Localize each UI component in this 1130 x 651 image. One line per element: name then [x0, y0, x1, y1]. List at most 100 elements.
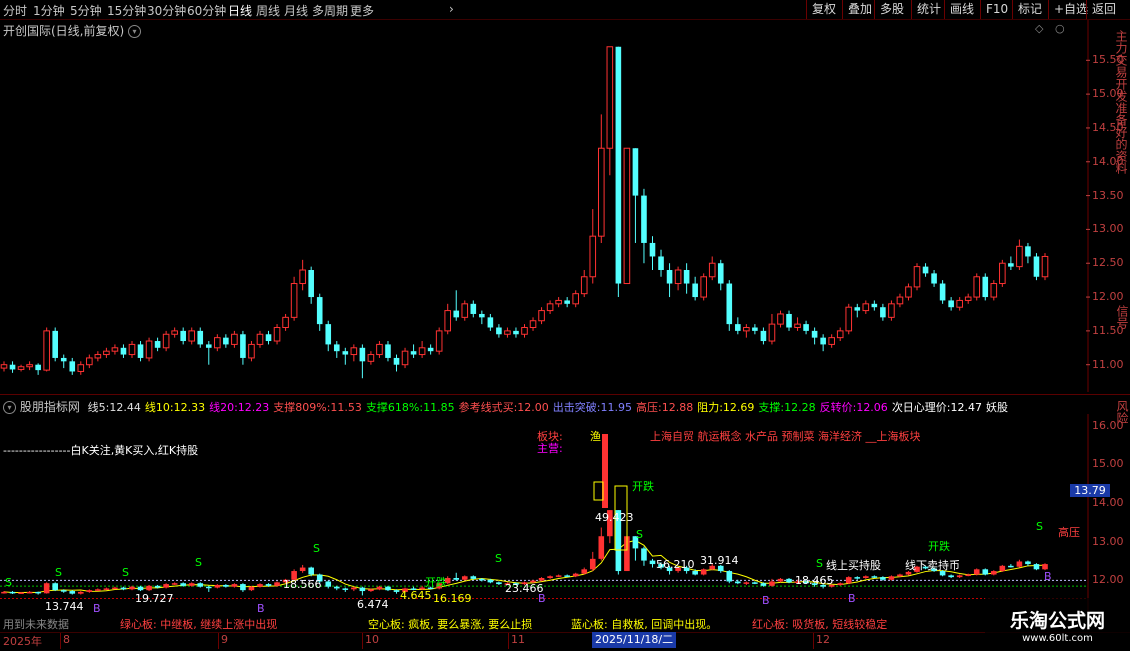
- buy-marker: B: [1044, 570, 1052, 583]
- indicator-value: 支撑618%:11.85: [365, 401, 455, 414]
- period-tab-5[interactable]: 60分钟: [187, 2, 226, 19]
- main-business-label: 主营:: [537, 442, 563, 455]
- indicator-price-tick: 14.00: [1092, 495, 1124, 509]
- candle: [615, 46, 622, 298]
- toolbar-button-3[interactable]: 统计: [911, 0, 946, 19]
- open-signal: 开跌: [632, 480, 654, 493]
- candle: [94, 351, 102, 362]
- watermark-site: 乐淘公式网: [1009, 610, 1105, 632]
- toolbar-button-2[interactable]: 多股: [874, 0, 909, 19]
- indicator-candle: [1033, 563, 1040, 571]
- candle: [479, 310, 485, 325]
- candle: [964, 293, 972, 304]
- candle: [666, 263, 673, 298]
- period-tab-9[interactable]: 多周期: [312, 2, 348, 19]
- period-tab-1[interactable]: 1分钟: [33, 2, 65, 19]
- candle: [956, 297, 963, 311]
- candle: [52, 327, 58, 362]
- price-annotation: 31.914: [700, 554, 739, 567]
- period-tab-4[interactable]: 30分钟: [147, 2, 186, 19]
- indicator-candle: [854, 576, 861, 580]
- candle: [1025, 242, 1031, 264]
- candle: [154, 337, 161, 352]
- indicator-candle: [752, 581, 758, 585]
- indicator-candle: [700, 568, 707, 576]
- candle: [197, 327, 204, 348]
- candle: [103, 347, 110, 358]
- candle: [777, 310, 784, 328]
- board-legend-note: 蓝心板: 自救板, 回调中出现。: [571, 618, 718, 631]
- toolbar-button-5[interactable]: F10: [980, 0, 1013, 19]
- period-tab-3[interactable]: 15分钟: [107, 2, 146, 19]
- candle: [658, 249, 664, 277]
- current-price-tag: 13.79: [1070, 484, 1110, 497]
- indicator-candle: [973, 568, 980, 576]
- candle: [641, 188, 647, 264]
- toolbar-button-4[interactable]: 画线: [944, 0, 979, 19]
- candle: [223, 334, 229, 348]
- candle: [367, 351, 375, 365]
- period-tab-2[interactable]: 5分钟: [70, 2, 102, 19]
- indicator-name[interactable]: 股朋指标网: [20, 400, 80, 414]
- toolbar-button-6[interactable]: 标记: [1012, 0, 1047, 19]
- candle: [86, 354, 93, 369]
- period-tab-6[interactable]: 日线: [228, 2, 252, 19]
- candle: [1033, 253, 1040, 281]
- indicator-value: 出击突破:11.95: [552, 401, 632, 414]
- indicator-candle: [589, 551, 596, 572]
- toolbar-button-0[interactable]: 复权: [806, 0, 841, 19]
- candle: [999, 259, 1006, 287]
- period-tab-0[interactable]: 分时: [3, 2, 27, 19]
- indicator-candle: [223, 584, 229, 588]
- candle: [854, 303, 861, 318]
- toolbar-button-8[interactable]: 返回: [1086, 0, 1121, 19]
- candle: [35, 363, 41, 375]
- candle: [290, 276, 298, 321]
- sell-marker: S: [55, 566, 62, 579]
- period-tab-7[interactable]: 周线: [256, 2, 280, 19]
- indicator-candle: [581, 567, 588, 575]
- candlestick-chart[interactable]: [0, 20, 1090, 392]
- candle: [180, 327, 186, 345]
- candle: [913, 263, 921, 291]
- candle: [546, 300, 554, 314]
- candle: [623, 147, 631, 285]
- candle: [529, 317, 537, 331]
- indicator-candle: [69, 590, 76, 595]
- candle: [580, 270, 588, 298]
- candle: [385, 341, 391, 362]
- price-annotation: 16.169: [433, 592, 472, 605]
- chevron-down-icon[interactable]: ▾: [3, 401, 16, 414]
- candle: [418, 341, 426, 358]
- candle: [342, 347, 349, 365]
- indicator-candle: [555, 574, 562, 578]
- sell-marker: S: [122, 566, 129, 579]
- candle: [973, 273, 981, 301]
- candle: [461, 300, 469, 321]
- period-tab-10[interactable]: 更多: [350, 2, 374, 19]
- toolbar-button-1[interactable]: 叠加: [842, 0, 877, 19]
- indicator-candle: [240, 583, 246, 592]
- candle: [0, 361, 8, 372]
- period-tab-8[interactable]: 月线: [284, 2, 308, 19]
- indicator-candle: [496, 581, 502, 585]
- indicator-candle: [991, 570, 997, 576]
- candle: [735, 317, 741, 335]
- month-label: 12: [816, 633, 830, 646]
- chevron-right-icon[interactable]: ›: [449, 2, 454, 16]
- indicator-candle: [137, 585, 144, 592]
- candle: [504, 327, 511, 338]
- period-toolbar: 分时 1分钟 5分钟 15分钟 30分钟 60分钟 日线 周线 月线 多周期 更多 › 复权 叠加 多股 统计…: [0, 0, 1130, 20]
- candle: [205, 341, 212, 365]
- buy-marker: B: [257, 602, 265, 615]
- candle: [803, 320, 809, 335]
- candle: [564, 297, 570, 308]
- price-annotation: 18.566: [283, 578, 322, 591]
- indicator-value: 线10:12.33: [144, 401, 206, 414]
- future-data-note: 用到未来数据: [3, 618, 69, 631]
- sell-marker: S: [5, 576, 12, 589]
- board-tag: 渔: [590, 430, 601, 443]
- candle: [811, 327, 818, 345]
- candle: [845, 303, 853, 335]
- candle: [350, 344, 358, 362]
